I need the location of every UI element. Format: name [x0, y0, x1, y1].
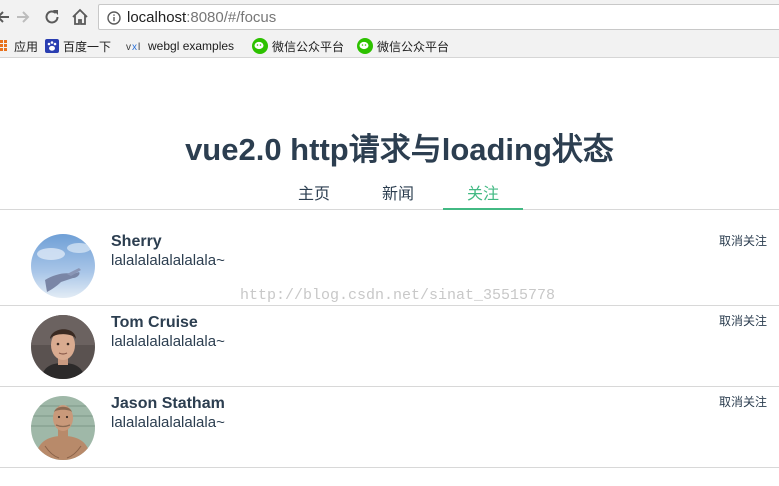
list-item: Tom Cruise lalalalalalalalala~ 取消关注: [0, 306, 779, 387]
bookmark-wechat-1[interactable]: 微信公众平台: [252, 37, 344, 55]
tab-bar: 主页 新闻 关注: [0, 180, 779, 210]
forward-icon[interactable]: [12, 6, 34, 28]
watermark-text: http://blog.csdn.net/sinat_35515778: [240, 287, 556, 304]
bookmark-wechat-2[interactable]: 微信公众平台: [357, 37, 449, 55]
follow-list: Sherry lalalalalalalalala~ 取消关注 Tom Crui…: [0, 226, 779, 468]
apps-grid-icon: [0, 39, 10, 53]
user-desc: lalalalalalalalala~: [111, 252, 225, 269]
avatar: [31, 315, 95, 379]
bookmark-label: webgl examples: [148, 39, 235, 53]
info-icon[interactable]: [107, 10, 121, 29]
bookmark-baidu[interactable]: 百度一下: [45, 37, 111, 55]
url-text: localhost:8080/#/focus: [127, 9, 276, 26]
svg-text:x: x: [132, 42, 137, 53]
address-bar[interactable]: localhost:8080/#/focus: [98, 4, 779, 30]
list-item: Jason Statham lalalalalalalalala~ 取消关注: [0, 387, 779, 468]
home-icon[interactable]: [69, 6, 91, 28]
bookmark-label: 微信公众平台: [272, 39, 345, 54]
url-path: :8080/#/focus: [186, 9, 277, 26]
unfollow-button[interactable]: 取消关注: [719, 312, 767, 329]
baidu-paw-icon: [45, 39, 59, 53]
bookmark-webgl[interactable]: vxl webgl examples: [126, 37, 234, 55]
page-title: vue2.0 http请求与loading状态: [185, 132, 614, 167]
unfollow-button[interactable]: 取消关注: [719, 393, 767, 410]
tab-focus[interactable]: 关注: [443, 180, 523, 210]
user-name: Sherry: [111, 233, 162, 250]
avatar: [31, 396, 95, 460]
user-name: Tom Cruise: [111, 314, 198, 331]
vxl-icon: vxl: [126, 39, 144, 53]
bookmark-label: 百度一下: [63, 39, 112, 54]
avatar: [31, 234, 95, 298]
svg-text:v: v: [126, 42, 131, 53]
user-desc: lalalalalalalalala~: [111, 414, 225, 431]
tab-home[interactable]: 主页: [274, 180, 354, 210]
user-desc: lalalalalalalalala~: [111, 333, 225, 350]
svg-text:l: l: [138, 42, 140, 53]
wechat-icon: [252, 38, 268, 54]
bookmark-label: 应用: [14, 39, 39, 54]
tab-news[interactable]: 新闻: [358, 180, 438, 210]
browser-toolbar: localhost:8080/#/focus: [0, 0, 779, 34]
unfollow-button[interactable]: 取消关注: [719, 232, 767, 249]
wechat-icon: [357, 38, 373, 54]
bookmark-apps[interactable]: 应用: [0, 37, 38, 55]
user-name: Jason Statham: [111, 395, 225, 412]
url-host: localhost: [127, 9, 187, 26]
reload-icon[interactable]: [41, 6, 63, 28]
bookmarks-bar: 应用 百度一下 vxl webgl examples 微信公众平台 微信公众平台: [0, 34, 779, 58]
bookmark-label: 微信公众平台: [377, 39, 450, 54]
